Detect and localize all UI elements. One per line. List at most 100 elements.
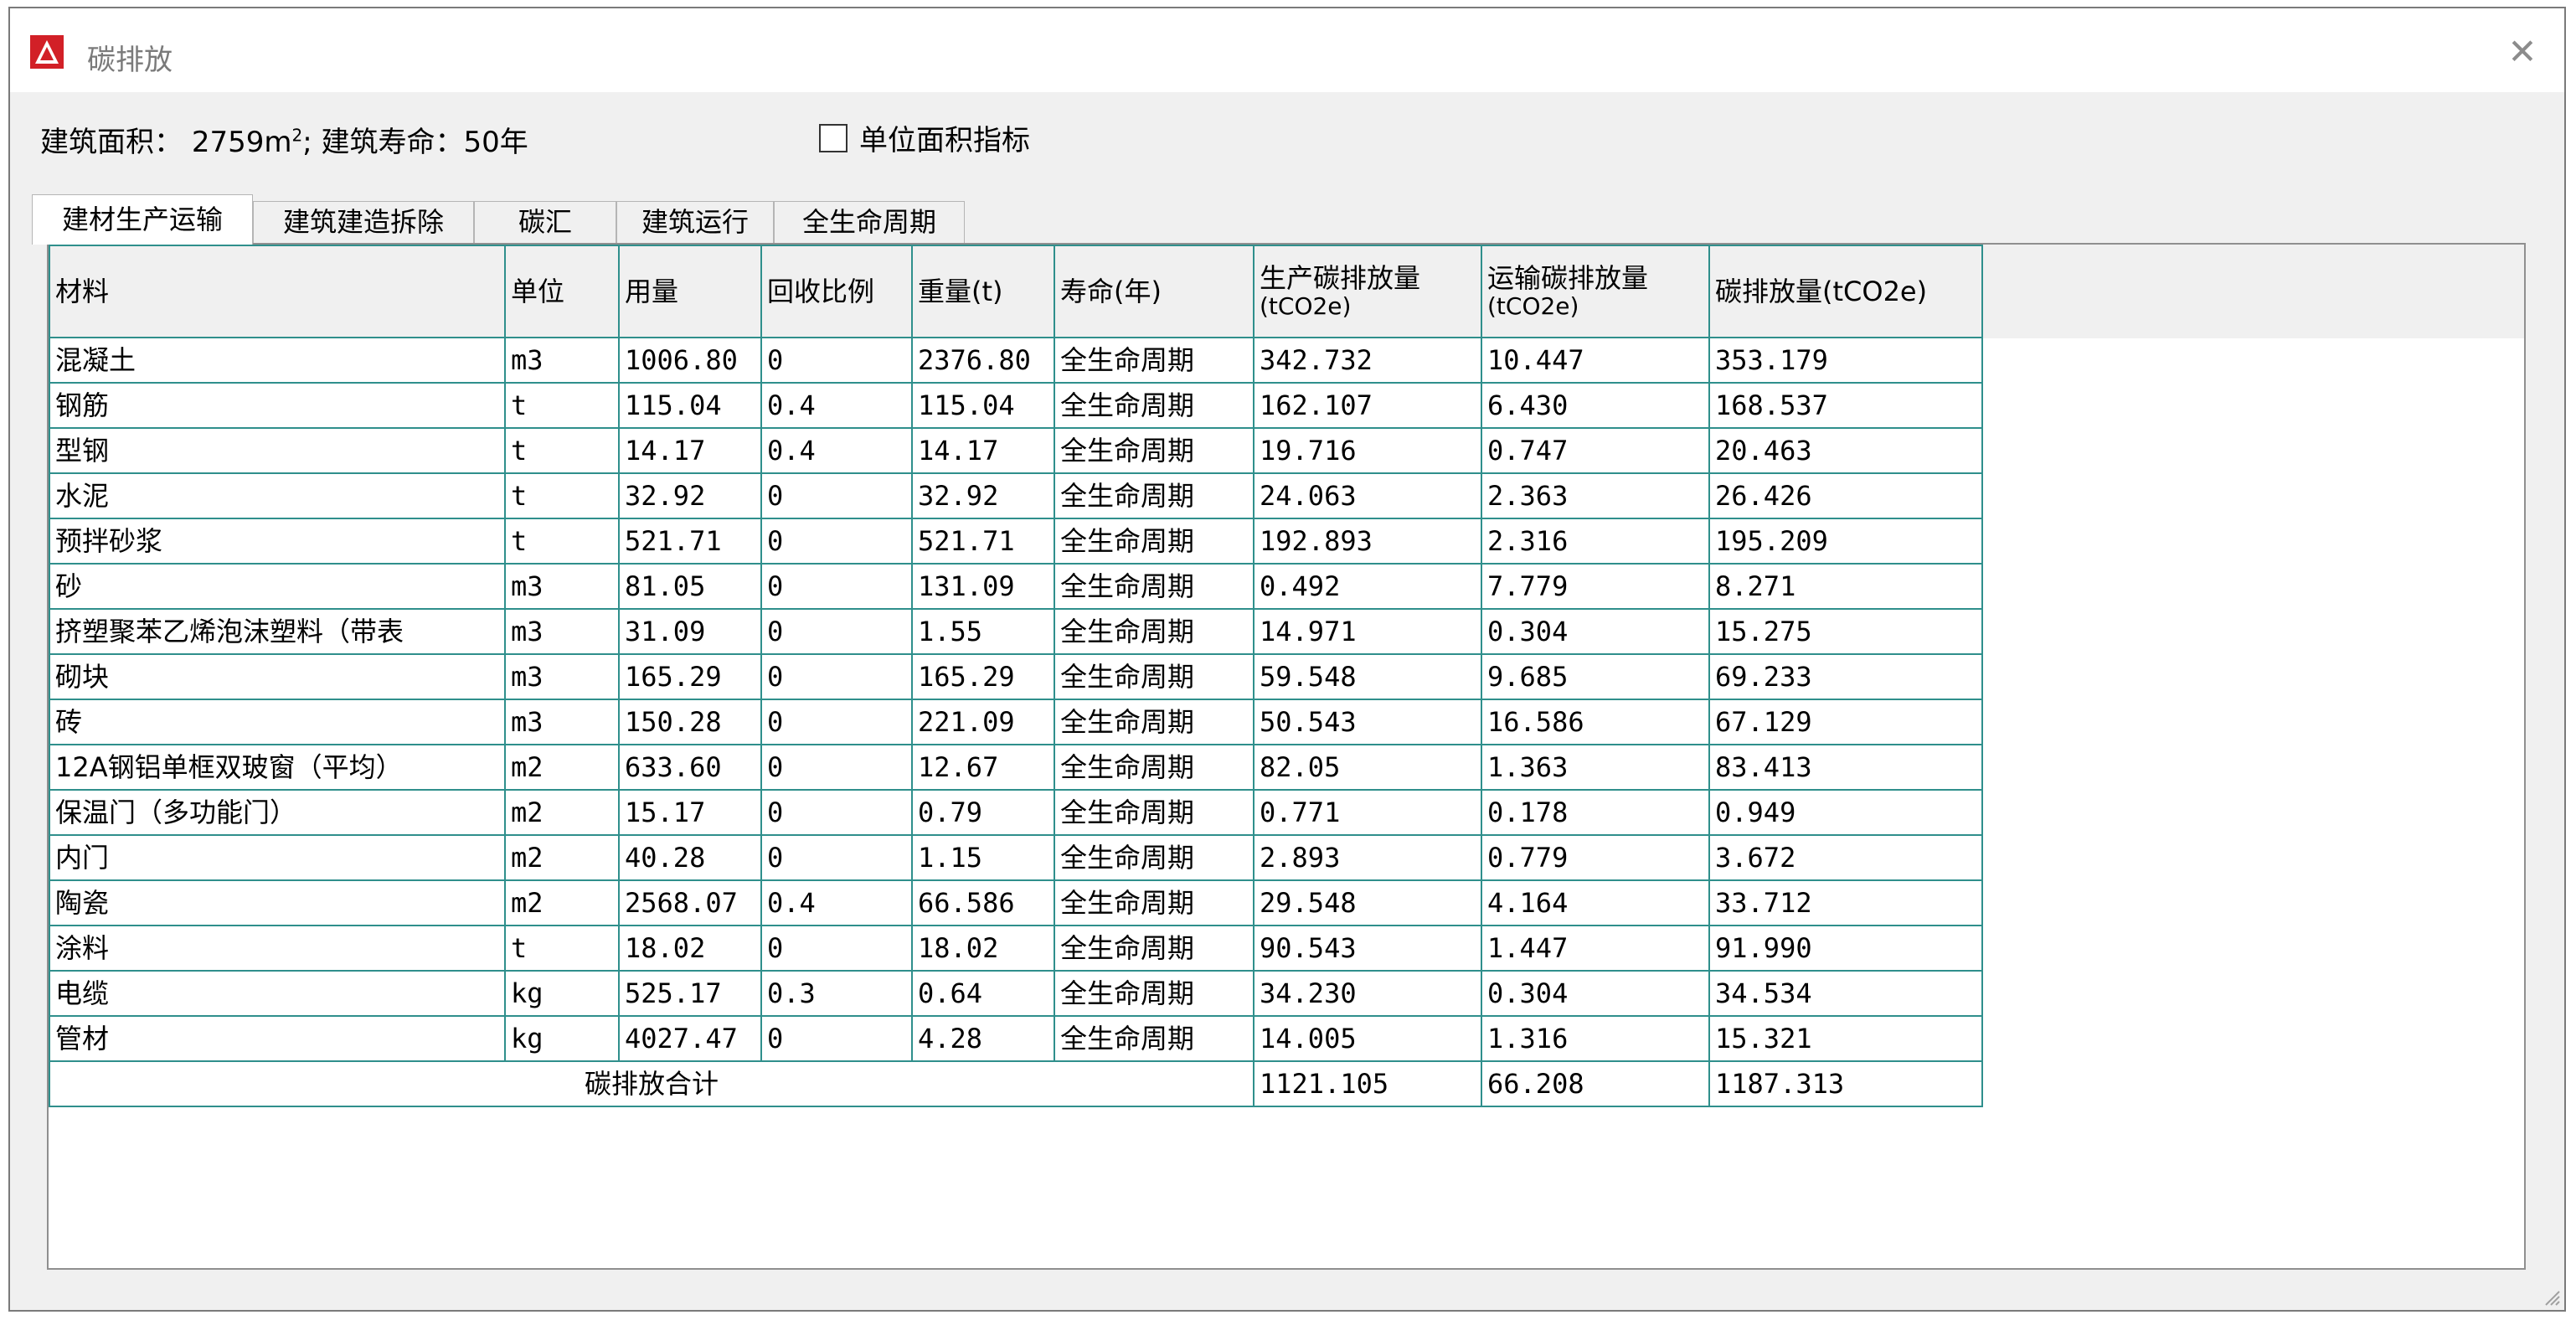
cell-recycle-ratio[interactable]: 0	[760, 337, 913, 384]
cell-material[interactable]: 预拌砂浆	[49, 518, 506, 565]
cell-production-emission[interactable]: 24.063	[1253, 472, 1482, 519]
cell-production-emission[interactable]: 90.543	[1253, 925, 1482, 972]
header-production-emission[interactable]: 生产碳排放量 (tCO2e)	[1253, 245, 1482, 338]
table-row[interactable]: 混凝土 m3 1006.80 0 2376.80 全生命周期 342.732 10.447 35…	[49, 337, 1983, 384]
cell-unit[interactable]: m3	[504, 337, 620, 384]
tab-construction-demolition[interactable]: 建筑建造拆除	[253, 201, 474, 243]
cell-weight[interactable]: 4.28	[911, 1015, 1055, 1062]
cell-quantity[interactable]: 115.04	[618, 382, 762, 429]
cell-lifespan[interactable]: 全生命周期	[1054, 1015, 1255, 1062]
cell-unit[interactable]: m3	[504, 653, 620, 700]
header-weight[interactable]: 重量(t)	[911, 245, 1055, 338]
cell-unit[interactable]: m2	[504, 879, 620, 926]
header-transport-emission[interactable]: 运输碳排放量 (tCO2e)	[1481, 245, 1710, 338]
cell-recycle-ratio[interactable]: 0.4	[760, 879, 913, 926]
cell-transport-emission[interactable]: 0.178	[1481, 789, 1710, 836]
table-row[interactable]: 内门 m2 40.28 0 1.15 全生命周期 2.893 0.779 3.672	[49, 834, 1983, 881]
cell-transport-emission[interactable]: 0.747	[1481, 427, 1710, 474]
cell-unit[interactable]: t	[504, 925, 620, 972]
unit-area-index-checkbox[interactable]	[819, 123, 848, 152]
cell-total-emission[interactable]: 33.712	[1708, 879, 1983, 926]
tab-carbon-sink[interactable]: 碳汇	[474, 201, 616, 243]
cell-unit[interactable]: m3	[504, 699, 620, 745]
cell-total-emission[interactable]: 67.129	[1708, 699, 1983, 745]
cell-unit[interactable]: t	[504, 472, 620, 519]
cell-production-emission[interactable]: 19.716	[1253, 427, 1482, 474]
cell-transport-emission[interactable]: 0.304	[1481, 970, 1710, 1017]
cell-material[interactable]: 砖	[49, 699, 506, 745]
cell-material[interactable]: 水泥	[49, 472, 506, 519]
cell-material[interactable]: 保温门（多功能门）	[49, 789, 506, 836]
cell-total-emission[interactable]: 3.672	[1708, 834, 1983, 881]
cell-lifespan[interactable]: 全生命周期	[1054, 970, 1255, 1017]
cell-production-emission[interactable]: 14.005	[1253, 1015, 1482, 1062]
header-lifespan[interactable]: 寿命(年)	[1054, 245, 1255, 338]
cell-weight[interactable]: 165.29	[911, 653, 1055, 700]
cell-weight[interactable]: 221.09	[911, 699, 1055, 745]
cell-unit[interactable]: t	[504, 382, 620, 429]
cell-lifespan[interactable]: 全生命周期	[1054, 608, 1255, 655]
cell-quantity[interactable]: 81.05	[618, 563, 762, 610]
cell-transport-emission[interactable]: 2.316	[1481, 518, 1710, 565]
cell-total-emission[interactable]: 0.949	[1708, 789, 1983, 836]
cell-quantity[interactable]: 2568.07	[618, 879, 762, 926]
cell-weight[interactable]: 0.64	[911, 970, 1055, 1017]
cell-recycle-ratio[interactable]: 0	[760, 1015, 913, 1062]
cell-lifespan[interactable]: 全生命周期	[1054, 834, 1255, 881]
cell-lifespan[interactable]: 全生命周期	[1054, 472, 1255, 519]
cell-unit[interactable]: m2	[504, 789, 620, 836]
cell-material[interactable]: 混凝土	[49, 337, 506, 384]
cell-transport-emission[interactable]: 0.779	[1481, 834, 1710, 881]
cell-weight[interactable]: 12.67	[911, 744, 1055, 791]
cell-recycle-ratio[interactable]: 0	[760, 608, 913, 655]
cell-recycle-ratio[interactable]: 0	[760, 518, 913, 565]
cell-material[interactable]: 陶瓷	[49, 879, 506, 926]
header-total-emission[interactable]: 碳排放量(tCO2e)	[1708, 245, 1983, 338]
cell-quantity[interactable]: 525.17	[618, 970, 762, 1017]
cell-transport-emission[interactable]: 2.363	[1481, 472, 1710, 519]
header-material[interactable]: 材料	[49, 245, 506, 338]
table-row[interactable]: 钢筋 t 115.04 0.4 115.04 全生命周期 162.107 6.430 168.5…	[49, 382, 1983, 429]
cell-quantity[interactable]: 4027.47	[618, 1015, 762, 1062]
cell-weight[interactable]: 32.92	[911, 472, 1055, 519]
unit-area-index-toggle[interactable]: 单位面积指标	[819, 117, 1030, 158]
cell-transport-emission[interactable]: 4.164	[1481, 879, 1710, 926]
tab-full-lifecycle[interactable]: 全生命周期	[774, 201, 965, 243]
cell-quantity[interactable]: 31.09	[618, 608, 762, 655]
cell-unit[interactable]: m2	[504, 834, 620, 881]
cell-production-emission[interactable]: 342.732	[1253, 337, 1482, 384]
cell-recycle-ratio[interactable]: 0	[760, 653, 913, 700]
cell-quantity[interactable]: 15.17	[618, 789, 762, 836]
cell-material[interactable]: 涂料	[49, 925, 506, 972]
table-row[interactable]: 涂料 t 18.02 0 18.02 全生命周期 90.543 1.447 91.990	[49, 925, 1983, 972]
cell-material[interactable]: 管材	[49, 1015, 506, 1062]
cell-weight[interactable]: 18.02	[911, 925, 1055, 972]
cell-weight[interactable]: 66.586	[911, 879, 1055, 926]
cell-transport-emission[interactable]: 7.779	[1481, 563, 1710, 610]
cell-production-emission[interactable]: 0.492	[1253, 563, 1482, 610]
resize-grip-icon[interactable]	[2541, 1286, 2561, 1307]
table-row[interactable]: 砌块 m3 165.29 0 165.29 全生命周期 59.548 9.685 69.233	[49, 653, 1983, 700]
cell-recycle-ratio[interactable]: 0	[760, 563, 913, 610]
cell-total-emission[interactable]: 83.413	[1708, 744, 1983, 791]
cell-production-emission[interactable]: 59.548	[1253, 653, 1482, 700]
cell-lifespan[interactable]: 全生命周期	[1054, 518, 1255, 565]
cell-total-emission[interactable]: 69.233	[1708, 653, 1983, 700]
table-row[interactable]: 保温门（多功能门） m2 15.17 0 0.79 全生命周期 0.771 0.178 0.94…	[49, 789, 1983, 836]
cell-production-emission[interactable]: 14.971	[1253, 608, 1482, 655]
cell-quantity[interactable]: 1006.80	[618, 337, 762, 384]
cell-weight[interactable]: 1.55	[911, 608, 1055, 655]
table-row[interactable]: 管材 kg 4027.47 0 4.28 全生命周期 14.005 1.316 15.321	[49, 1015, 1983, 1062]
cell-lifespan[interactable]: 全生命周期	[1054, 337, 1255, 384]
cell-transport-emission[interactable]: 1.447	[1481, 925, 1710, 972]
cell-quantity[interactable]: 633.60	[618, 744, 762, 791]
cell-unit[interactable]: m3	[504, 563, 620, 610]
cell-lifespan[interactable]: 全生命周期	[1054, 699, 1255, 745]
cell-total-emission[interactable]: 34.534	[1708, 970, 1983, 1017]
cell-quantity[interactable]: 14.17	[618, 427, 762, 474]
cell-transport-emission[interactable]: 1.363	[1481, 744, 1710, 791]
table-row[interactable]: 12A钢铝单框双玻窗（平均） m2 633.60 0 12.67 全生命周期 82.05 1.…	[49, 744, 1983, 791]
cell-unit[interactable]: m3	[504, 608, 620, 655]
cell-transport-emission[interactable]: 10.447	[1481, 337, 1710, 384]
cell-weight[interactable]: 131.09	[911, 563, 1055, 610]
